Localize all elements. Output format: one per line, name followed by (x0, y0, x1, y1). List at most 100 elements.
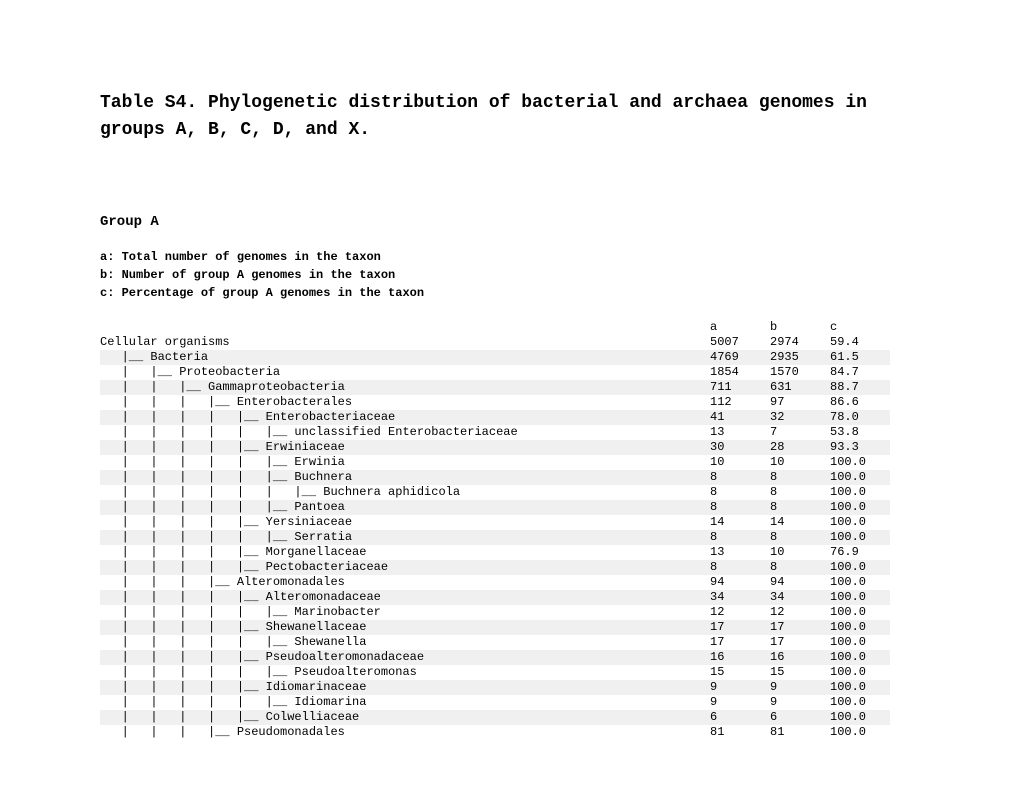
value-b: 28 (770, 440, 830, 455)
value-c: 100.0 (830, 650, 890, 665)
page: Table S4. Phylogenetic distribution of b… (0, 0, 1020, 780)
value-a: 14 (710, 515, 770, 530)
taxon-label: | | | | |__ Colwelliaceae (100, 710, 710, 725)
value-a: 1854 (710, 365, 770, 380)
table-title: Table S4. Phylogenetic distribution of b… (100, 90, 920, 144)
value-c: 93.3 (830, 440, 890, 455)
value-a: 8 (710, 485, 770, 500)
value-b: 16 (770, 650, 830, 665)
value-c: 76.9 (830, 545, 890, 560)
value-a: 112 (710, 395, 770, 410)
table-row: |__ Bacteria4769293561.5 (100, 350, 920, 365)
value-c: 59.4 (830, 335, 890, 350)
taxon-label: | | |__ Gammaproteobacteria (100, 380, 710, 395)
value-a: 81 (710, 725, 770, 740)
taxon-label: | | | |__ Enterobacterales (100, 395, 710, 410)
taxon-label: | | | | | |__ Shewanella (100, 635, 710, 650)
taxon-label: | |__ Proteobacteria (100, 365, 710, 380)
value-a: 8 (710, 560, 770, 575)
table-row: | | | | | |__ Pantoea88100.0 (100, 500, 920, 515)
taxon-label: | | | | | |__ unclassified Enterobacteri… (100, 425, 710, 440)
table-row: | | | | |__ Shewanellaceae1717100.0 (100, 620, 920, 635)
value-b: 32 (770, 410, 830, 425)
table-row: | | | | | |__ Buchnera88100.0 (100, 470, 920, 485)
value-a: 6 (710, 710, 770, 725)
value-c: 53.8 (830, 425, 890, 440)
taxon-label: | | | | |__ Pseudoalteromonadaceae (100, 650, 710, 665)
table-row: | | | | | | |__ Buchnera aphidicola88100… (100, 485, 920, 500)
taxon-label: | | | | | |__ Buchnera (100, 470, 710, 485)
table-row: | | | | |__ Alteromonadaceae3434100.0 (100, 590, 920, 605)
value-a: 8 (710, 530, 770, 545)
table-row: | | | | |__ Yersiniaceae1414100.0 (100, 515, 920, 530)
value-a: 9 (710, 695, 770, 710)
taxon-label: | | | |__ Alteromonadales (100, 575, 710, 590)
header-a: a (710, 320, 770, 335)
value-b: 7 (770, 425, 830, 440)
value-b: 14 (770, 515, 830, 530)
taxon-label: | | | | |__ Morganellaceae (100, 545, 710, 560)
data-table: a b c Cellular organisms5007297459.4 |__… (100, 320, 920, 740)
value-c: 100.0 (830, 725, 890, 740)
table-row: | | | |__ Alteromonadales9494100.0 (100, 575, 920, 590)
taxon-label: Cellular organisms (100, 335, 710, 350)
value-c: 100.0 (830, 470, 890, 485)
legend: a: Total number of genomes in the taxon … (100, 248, 920, 302)
value-a: 12 (710, 605, 770, 620)
legend-line-a: a: Total number of genomes in the taxon (100, 248, 920, 266)
header-row: a b c (100, 320, 920, 335)
taxon-label: | | | | | |__ Marinobacter (100, 605, 710, 620)
value-b: 1570 (770, 365, 830, 380)
value-b: 12 (770, 605, 830, 620)
table-row: | | | | | |__ unclassified Enterobacteri… (100, 425, 920, 440)
taxon-label: | | | | | |__ Idiomarina (100, 695, 710, 710)
header-c: c (830, 320, 890, 335)
value-a: 13 (710, 545, 770, 560)
taxon-label: | | | | |__ Shewanellaceae (100, 620, 710, 635)
table-row: | | | | |__ Erwiniaceae302893.3 (100, 440, 920, 455)
value-c: 100.0 (830, 710, 890, 725)
value-a: 34 (710, 590, 770, 605)
taxon-label: | | | | |__ Enterobacteriaceae (100, 410, 710, 425)
value-c: 100.0 (830, 620, 890, 635)
taxon-label: | | | | | | |__ Buchnera aphidicola (100, 485, 710, 500)
value-b: 34 (770, 590, 830, 605)
value-c: 100.0 (830, 500, 890, 515)
taxon-label: | | | | | |__ Pantoea (100, 500, 710, 515)
taxon-label: | | | | | |__ Serratia (100, 530, 710, 545)
value-b: 8 (770, 530, 830, 545)
taxon-label: | | | | |__ Alteromonadaceae (100, 590, 710, 605)
value-c: 100.0 (830, 665, 890, 680)
value-b: 97 (770, 395, 830, 410)
value-c: 100.0 (830, 515, 890, 530)
group-heading: Group A (100, 214, 920, 230)
header-blank (100, 320, 710, 335)
table-row: | | | |__ Enterobacterales1129786.6 (100, 395, 920, 410)
legend-line-b: b: Number of group A genomes in the taxo… (100, 266, 920, 284)
value-c: 61.5 (830, 350, 890, 365)
table-row: | | | | |__ Pectobacteriaceae88100.0 (100, 560, 920, 575)
value-a: 16 (710, 650, 770, 665)
taxon-label: | | | | |__ Erwiniaceae (100, 440, 710, 455)
value-a: 9 (710, 680, 770, 695)
value-b: 10 (770, 455, 830, 470)
table-row: | |__ Proteobacteria1854157084.7 (100, 365, 920, 380)
value-c: 100.0 (830, 680, 890, 695)
taxon-label: |__ Bacteria (100, 350, 710, 365)
value-b: 631 (770, 380, 830, 395)
table-row: | | | | | |__ Marinobacter1212100.0 (100, 605, 920, 620)
value-a: 94 (710, 575, 770, 590)
table-row: | | | | | |__ Idiomarina99100.0 (100, 695, 920, 710)
value-c: 100.0 (830, 605, 890, 620)
taxon-label: | | | |__ Pseudomonadales (100, 725, 710, 740)
value-b: 9 (770, 680, 830, 695)
value-b: 8 (770, 560, 830, 575)
value-c: 78.0 (830, 410, 890, 425)
table-row: | | | | |__ Enterobacteriaceae413278.0 (100, 410, 920, 425)
table-row: | | | | | |__ Erwinia1010100.0 (100, 455, 920, 470)
table-row: | | | | | |__ Pseudoalteromonas1515100.0 (100, 665, 920, 680)
table-row: | | | | | |__ Shewanella1717100.0 (100, 635, 920, 650)
taxon-label: | | | | |__ Idiomarinaceae (100, 680, 710, 695)
value-a: 30 (710, 440, 770, 455)
value-c: 100.0 (830, 560, 890, 575)
